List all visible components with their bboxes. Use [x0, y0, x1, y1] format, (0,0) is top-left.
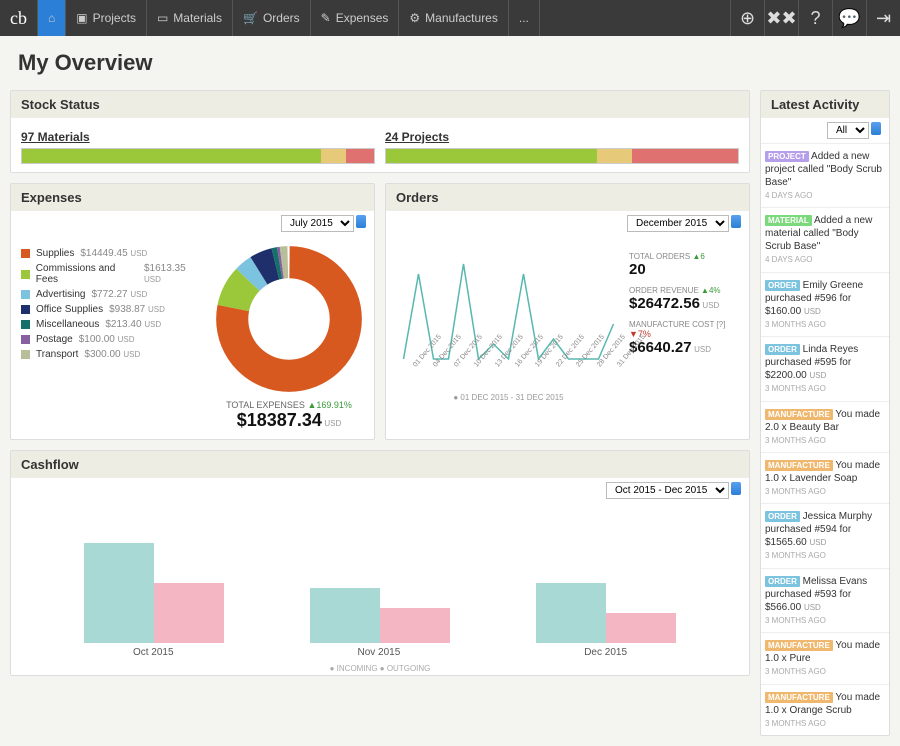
activity-item[interactable]: MATERIAL Added a new material called "Bo…: [761, 207, 889, 271]
activity-item[interactable]: MANUFACTURE You made 2.0 x Beauty Bar3 M…: [761, 401, 889, 452]
exp-total: $18387.34: [237, 410, 322, 430]
cashflow-card: Cashflow Oct 2015 - Dec 2015 Oct 2015 Nov…: [10, 450, 750, 676]
materials-icon: ▭: [157, 11, 168, 25]
cashflow-period-select[interactable]: Oct 2015 - Dec 2015: [606, 482, 729, 499]
expense-legend-item: Postage $100.00 USD: [21, 334, 204, 345]
nav-materials-label: Materials: [173, 11, 222, 25]
nav-orders[interactable]: 🛒 Orders: [233, 0, 311, 36]
expense-legend-item: Office Supplies $938.87 USD: [21, 304, 204, 315]
nav-projects-label: Projects: [93, 11, 136, 25]
nav-expenses-label: Expenses: [336, 11, 389, 25]
dd-handle-icon[interactable]: [356, 215, 366, 228]
activity-item[interactable]: ORDER Melissa Evans purchased #593 for $…: [761, 568, 889, 632]
expense-legend-item: Supplies $14449.45 USD: [21, 248, 204, 259]
logo: cb: [0, 8, 37, 29]
nav-materials[interactable]: ▭ Materials: [147, 0, 233, 36]
activity-item[interactable]: ORDER Emily Greene purchased #596 for $1…: [761, 272, 889, 336]
stock-title: Stock Status: [11, 91, 749, 118]
orders-title: Orders: [386, 184, 749, 211]
logout-button[interactable]: ⇥: [866, 0, 900, 36]
dd-handle-icon[interactable]: [731, 482, 741, 495]
chat-button[interactable]: 💬: [832, 0, 866, 36]
main-nav: ⌂ ▣ Projects ▭ Materials 🛒 Orders ✎ Expenses…: [37, 0, 540, 36]
nav-more[interactable]: ...: [509, 0, 540, 36]
expenses-card: Expenses July 2015 Supplies $14449.45 US…: [10, 183, 375, 440]
activity-title: Latest Activity: [761, 91, 889, 118]
stock-card: Stock Status 97 Materials 24 Projects: [10, 90, 750, 173]
expenses-title: Expenses: [11, 184, 374, 211]
orders-period-select[interactable]: December 2015: [627, 215, 729, 232]
nav-projects[interactable]: ▣ Projects: [66, 0, 147, 36]
expenses-icon: ✎: [321, 11, 331, 25]
expense-legend-item: Commissions and Fees $1613.35 USD: [21, 263, 204, 285]
activity-item[interactable]: ORDER Linda Reyes purchased #595 for $22…: [761, 336, 889, 400]
nav-home[interactable]: ⌂: [37, 0, 66, 36]
projects-icon: ▣: [76, 11, 87, 25]
exp-total-label: TOTAL EXPENSES: [226, 400, 305, 410]
expenses-legend: Supplies $14449.45 USD Commissions and Fe…: [21, 244, 204, 431]
page-title: My Overview: [0, 36, 900, 90]
tools-button[interactable]: ✖✖: [764, 0, 798, 36]
activity-filter-select[interactable]: All: [827, 122, 869, 139]
activity-item[interactable]: MANUFACTURE You made 1.0 x Pure3 MONTHS …: [761, 632, 889, 683]
materials-link[interactable]: 97 Materials: [21, 126, 375, 148]
dd-handle-icon[interactable]: [871, 122, 881, 135]
orders-count: 20: [629, 261, 739, 278]
cashflow-legend: ● INCOMING ● OUTGOING: [11, 662, 749, 675]
cash-m0: Oct 2015: [133, 647, 174, 658]
cashflow-title: Cashflow: [11, 451, 749, 478]
activity-card: Latest Activity All PROJECT Added a new …: [760, 90, 890, 736]
orders-footer: ● 01 DEC 2015 - 31 DEC 2015: [396, 393, 621, 402]
orders-stats: TOTAL ORDERS ▲6 20 ORDER REVENUE ▲4% $26…: [629, 244, 739, 402]
toolbar: ⊕ ✖✖ ? 💬 ⇥: [730, 0, 900, 36]
expense-legend-item: Advertising $772.27 USD: [21, 289, 204, 300]
activity-item[interactable]: PROJECT Added a new project called "Body…: [761, 143, 889, 207]
cash-m2: Dec 2015: [584, 647, 627, 658]
projects-bar: [385, 148, 739, 164]
activity-item[interactable]: ORDER Jessica Murphy purchased #594 for …: [761, 503, 889, 567]
cash-m1: Nov 2015: [357, 647, 400, 658]
expense-legend-item: Transport $300.00 USD: [21, 349, 204, 360]
home-icon: ⌂: [48, 11, 55, 25]
manufactures-icon: ⚙: [409, 11, 420, 25]
orders-icon: 🛒: [243, 11, 258, 25]
dd-handle-icon[interactable]: [731, 215, 741, 228]
nav-expenses[interactable]: ✎ Expenses: [311, 0, 400, 36]
help-button[interactable]: ?: [798, 0, 832, 36]
nav-more-label: ...: [519, 11, 529, 25]
expenses-donut: [214, 244, 364, 394]
activity-item[interactable]: MANUFACTURE You made 1.0 x Orange Scrub3…: [761, 684, 889, 735]
orders-card: Orders December 2015 01 Dec 201504 Dec 2…: [385, 183, 750, 440]
nav-manufactures[interactable]: ⚙ Manufactures: [399, 0, 508, 36]
expense-legend-item: Miscellaneous $213.40 USD: [21, 319, 204, 330]
cashflow-chart: [11, 503, 749, 643]
orders-revenue: $26472.56: [629, 295, 700, 312]
add-button[interactable]: ⊕: [730, 0, 764, 36]
activity-item[interactable]: MANUFACTURE You made 1.0 x Lavender Soap…: [761, 452, 889, 503]
expenses-period-select[interactable]: July 2015: [281, 215, 354, 232]
projects-link[interactable]: 24 Projects: [385, 126, 739, 148]
materials-bar: [21, 148, 375, 164]
nav-manufactures-label: Manufactures: [425, 11, 498, 25]
exp-total-pct: ▲169.91%: [307, 400, 351, 410]
topbar: cb ⌂ ▣ Projects ▭ Materials 🛒 Orders ✎ Expen…: [0, 0, 900, 36]
nav-orders-label: Orders: [263, 11, 300, 25]
